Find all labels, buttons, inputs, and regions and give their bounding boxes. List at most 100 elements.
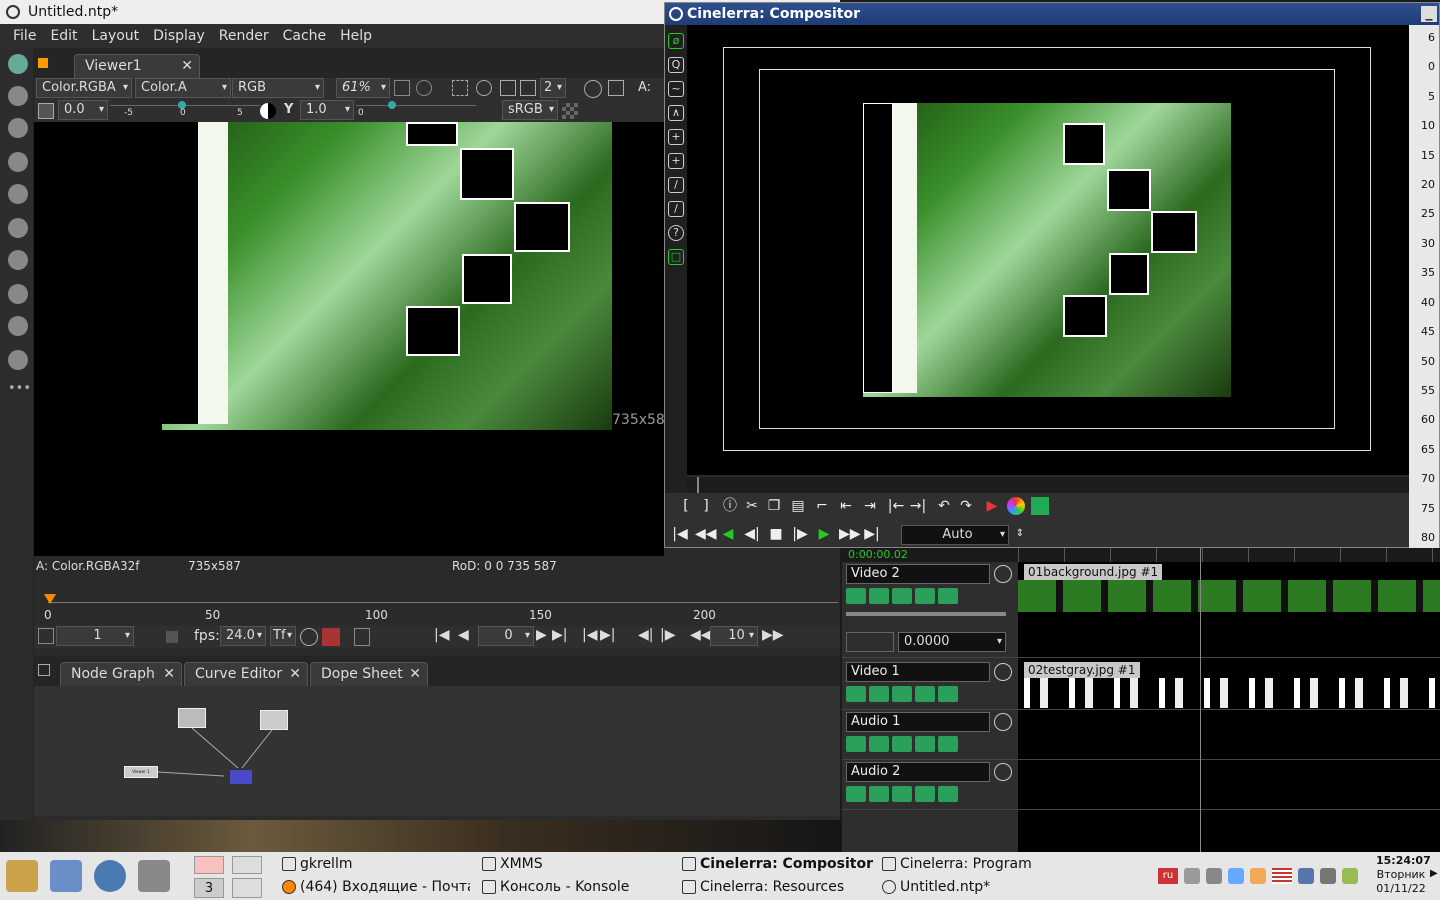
menu-cache[interactable]: Cache	[283, 24, 327, 48]
fast-forward-icon[interactable]: ▶▶	[839, 525, 861, 543]
protect-icon[interactable]: ø	[668, 33, 684, 49]
gain-field[interactable]: 0.0	[58, 100, 108, 120]
track-lane-video-2[interactable]: 01background.jpg #1	[1018, 562, 1440, 658]
desktop-pager-4[interactable]	[232, 878, 262, 898]
help-icon[interactable]: ?	[668, 225, 684, 241]
frame-reverse-icon[interactable]: ◀|	[743, 525, 761, 543]
transform-tool-icon[interactable]	[8, 316, 28, 336]
channel-tool-icon[interactable]	[8, 152, 28, 172]
insertion-point-cursor[interactable]	[1200, 548, 1201, 852]
crop-icon[interactable]: /	[668, 177, 684, 193]
channels-select[interactable]: RGB	[232, 78, 324, 98]
task-natron[interactable]: Untitled.ntp*	[880, 876, 990, 898]
zoom-select[interactable]: 61%	[336, 78, 390, 98]
layer-select[interactable]: Color.RGBA	[36, 78, 132, 98]
redo-icon[interactable]: ↷	[957, 497, 975, 515]
play-forward-icon[interactable]: ▶	[536, 627, 547, 643]
play-toggle-icon[interactable]	[846, 736, 866, 752]
compositor-canvas[interactable]	[687, 25, 1409, 475]
play-icon[interactable]: ▶	[815, 525, 833, 543]
fps-checkbox[interactable]	[166, 631, 178, 643]
rewind-start-icon[interactable]: |◀	[671, 525, 689, 543]
play-toggle-icon[interactable]	[846, 588, 866, 604]
kgpg-icon[interactable]	[1250, 868, 1266, 884]
lock-range-icon[interactable]	[354, 628, 370, 646]
tab-node-graph[interactable]: Node Graph ✕	[60, 662, 182, 686]
gang-toggle-icon[interactable]	[938, 786, 958, 802]
auto-contrast-icon[interactable]	[260, 103, 276, 119]
pane-menu-icon[interactable]	[38, 664, 50, 676]
close-icon[interactable]: ✕	[181, 55, 193, 77]
battery-icon[interactable]	[1342, 868, 1358, 884]
node-graph-canvas[interactable]: Viewer 1	[34, 686, 840, 816]
tab-curve-editor[interactable]: Curve Editor ✕	[184, 662, 308, 686]
gang-toggle-icon[interactable]	[938, 588, 958, 604]
paste-icon[interactable]: ▤	[789, 497, 807, 515]
turbo-icon[interactable]	[300, 628, 318, 646]
mute-toggle-icon[interactable]	[915, 588, 935, 604]
expand-icon[interactable]	[994, 713, 1012, 731]
lock-toggle-icon[interactable]	[869, 736, 889, 752]
track-name[interactable]: Audio 1	[846, 712, 990, 732]
copy-icon[interactable]: ❐	[765, 497, 783, 515]
task-gkrellm[interactable]: gkrellm	[280, 853, 352, 875]
playback-mode-icon[interactable]	[322, 628, 340, 646]
mask-icon[interactable]: ~	[668, 81, 684, 97]
tab-dope-sheet[interactable]: Dope Sheet ✕	[310, 662, 428, 686]
time-ruler[interactable]	[1018, 548, 1440, 562]
filter-tool-icon[interactable]	[8, 218, 28, 238]
clipboard-icon[interactable]	[1228, 868, 1244, 884]
lock-toggle-icon[interactable]	[869, 588, 889, 604]
play-toggle-icon[interactable]	[846, 786, 866, 802]
next-edit-icon[interactable]: →|	[909, 497, 927, 515]
task-konsole[interactable]: Консоль - Konsole	[480, 876, 629, 898]
terminal-icon[interactable]	[138, 860, 170, 892]
record-icon[interactable]: ▶	[983, 497, 1001, 515]
gamma-slider-handle[interactable]	[388, 101, 396, 109]
fast-reverse-icon[interactable]: ◀◀	[695, 525, 717, 543]
menu-help[interactable]: Help	[340, 24, 372, 48]
printer-icon[interactable]	[1320, 868, 1336, 884]
track-lane-video-1[interactable]: 02testgray.jpg #1	[1018, 658, 1440, 710]
camera-icon[interactable]: +	[668, 129, 684, 145]
read-node-testgray[interactable]	[260, 710, 288, 730]
play-toggle-icon[interactable]	[846, 686, 866, 702]
task-cinelerra-resources[interactable]: Cinelerra: Resources	[680, 876, 844, 898]
lock-icon[interactable]	[394, 80, 410, 96]
track-lane-audio-1[interactable]	[1018, 710, 1440, 760]
task-cinelerra-program[interactable]: Cinelerra: Program	[880, 853, 1032, 875]
last-frame-icon[interactable]: ▶|	[552, 627, 567, 643]
clip-name[interactable]: 02testgray.jpg #1	[1024, 662, 1140, 678]
pause-icon[interactable]	[608, 80, 624, 96]
in-point-icon[interactable]: [	[677, 497, 695, 515]
first-frame-icon[interactable]: |◀	[434, 627, 449, 643]
eyedropper-icon[interactable]: /	[668, 201, 684, 217]
browser-icon[interactable]	[94, 860, 126, 892]
zoom-icon[interactable]: Q	[668, 57, 684, 73]
tf-select[interactable]: Tf	[270, 626, 296, 646]
gang-toggle-icon[interactable]	[938, 686, 958, 702]
roi-icon[interactable]	[452, 80, 468, 96]
merge-node[interactable]	[230, 770, 252, 784]
multiview-tool-icon[interactable]	[8, 350, 28, 370]
clock[interactable]: 15:24:07 Вторник 01/11/22	[1376, 854, 1431, 896]
meter-icon[interactable]	[1031, 497, 1049, 515]
reverse-play-icon[interactable]: ◀	[719, 525, 737, 543]
keyer-tool-icon[interactable]	[8, 250, 28, 270]
volume-icon[interactable]	[1184, 868, 1200, 884]
fade-slider[interactable]	[846, 612, 1006, 616]
display-icon[interactable]	[1298, 868, 1314, 884]
track-name[interactable]: Video 2	[846, 564, 990, 584]
color-tool-icon[interactable]	[8, 184, 28, 204]
network-icon[interactable]	[1206, 868, 1222, 884]
compositor-title-bar[interactable]: Cinelerra: Compositor _	[665, 3, 1439, 25]
time-tool-icon[interactable]	[8, 118, 28, 138]
frame-start-field[interactable]: 1	[56, 626, 134, 646]
track-lane-empty[interactable]	[1018, 810, 1440, 852]
gamma-slider[interactable]: 0	[356, 101, 476, 118]
expand-icon[interactable]	[994, 565, 1012, 583]
stop-icon[interactable]: ■	[767, 525, 785, 543]
undo-icon[interactable]: ↶	[935, 497, 953, 515]
minimize-icon[interactable]: _	[1421, 6, 1437, 22]
mute-toggle-icon[interactable]	[915, 786, 935, 802]
